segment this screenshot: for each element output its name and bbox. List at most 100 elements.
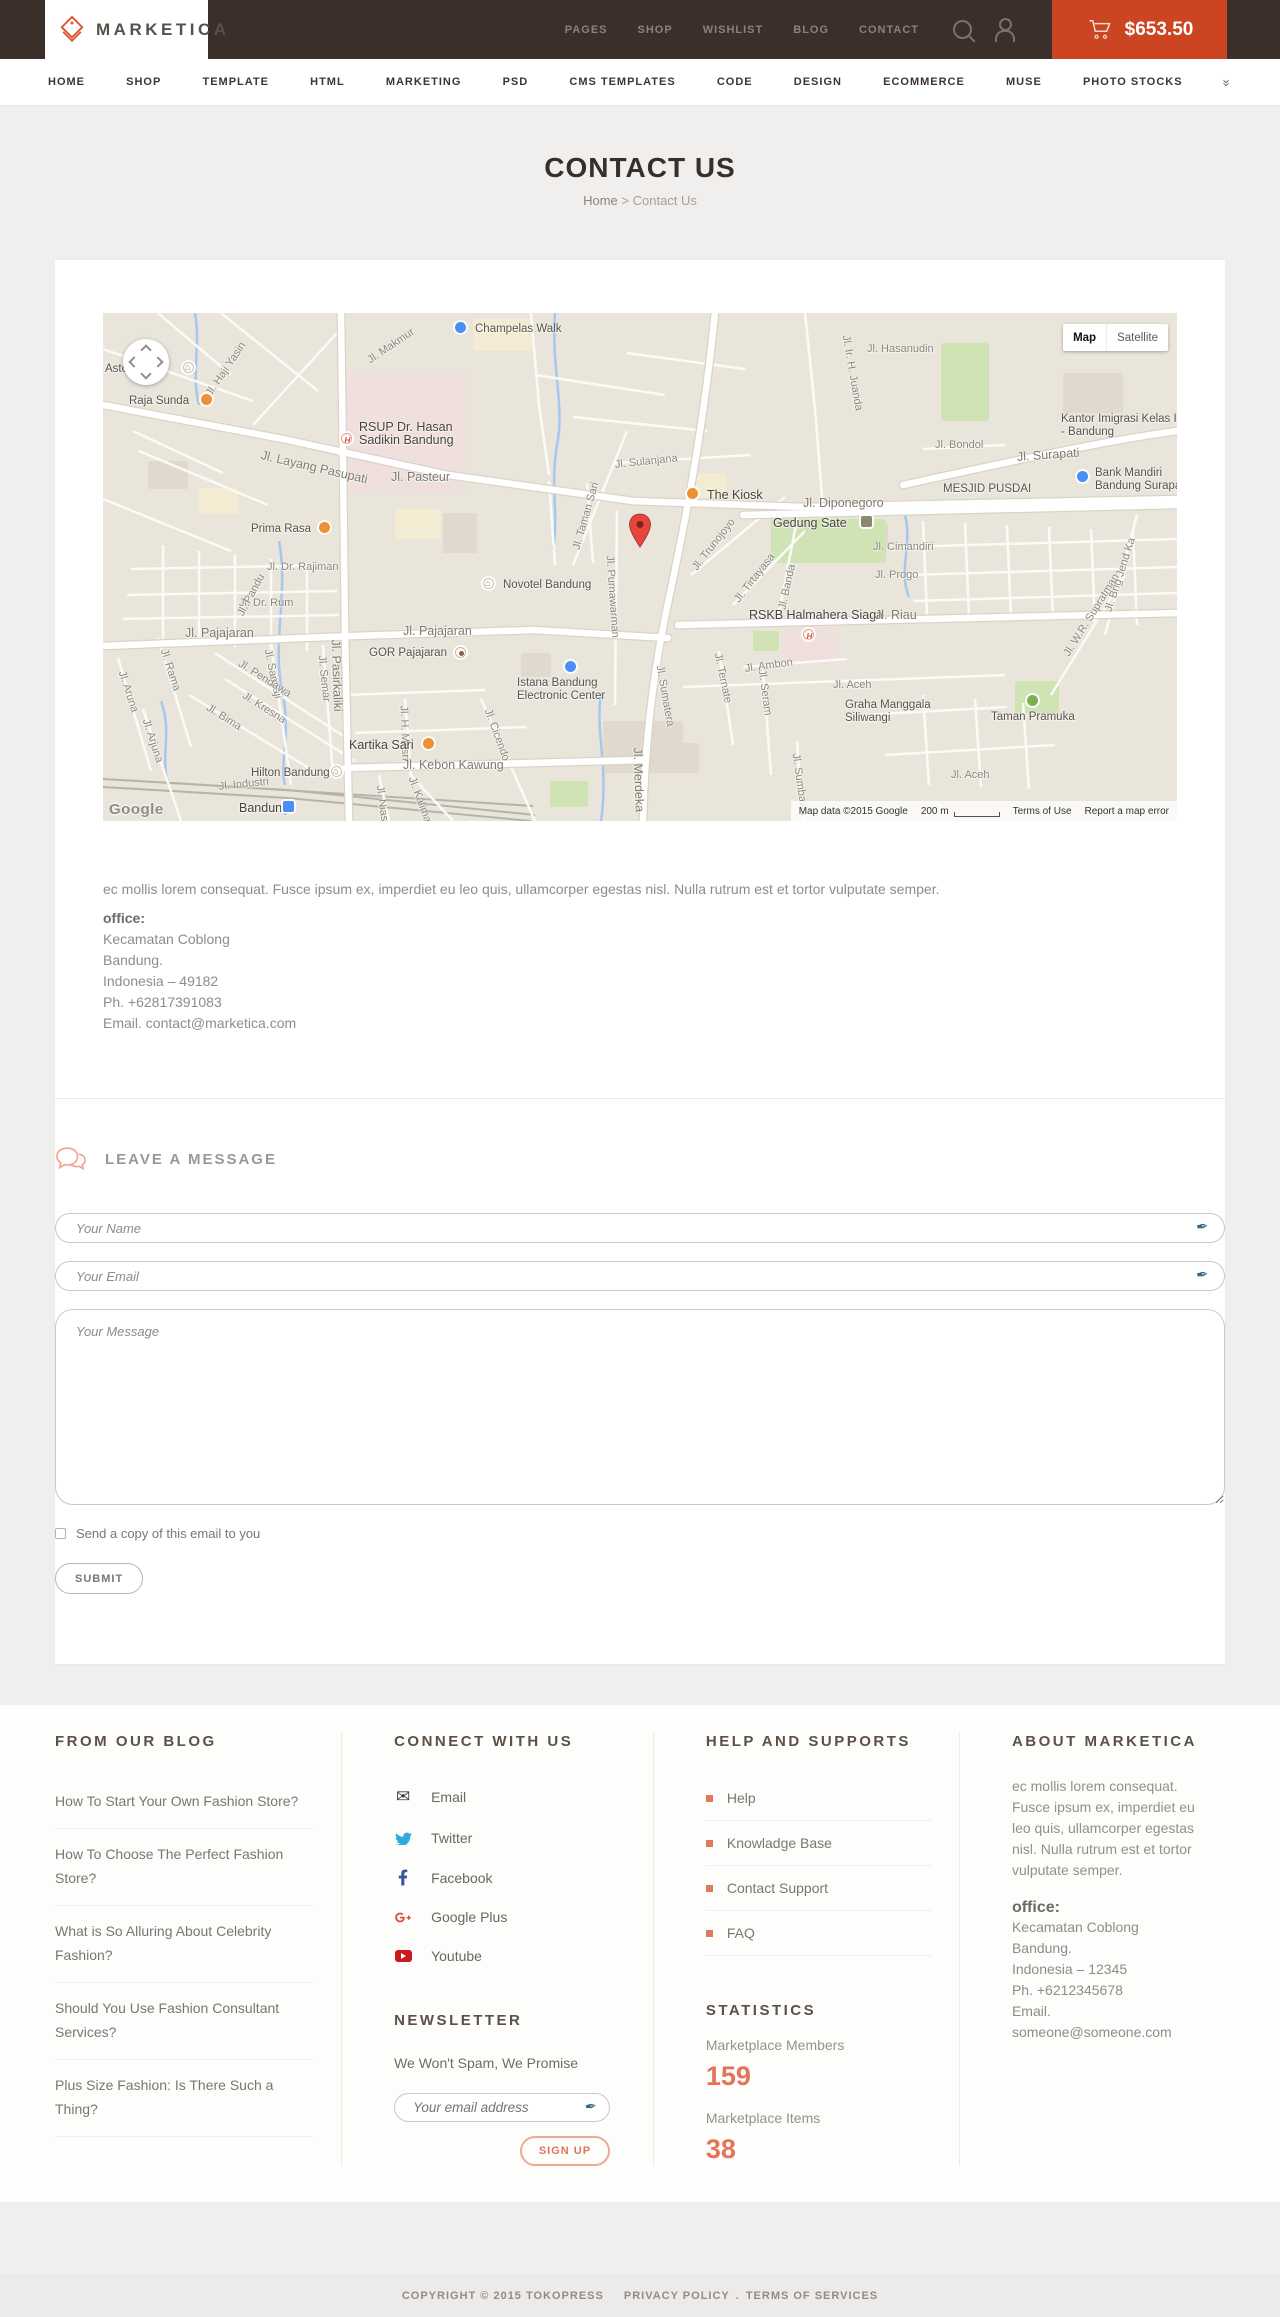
map-label: RSUP Dr. Hasan Sadikin Bandung <box>359 420 454 447</box>
pan-down-icon[interactable] <box>140 368 152 380</box>
email-icon: ✉ <box>394 1787 412 1807</box>
hospital-icon <box>341 433 352 447</box>
category-nav-item[interactable]: CODE <box>717 76 753 88</box>
about-text: ec mollis lorem consequat. Fusce ipsum e… <box>1011 1778 1195 1878</box>
blog-link[interactable]: Should You Use Fashion Consultant Servic… <box>55 2000 279 2040</box>
map-label: Jl. Merdeka <box>630 747 647 813</box>
category-nav-item[interactable]: CMS TEMPLATES <box>569 76 675 88</box>
blog-link[interactable]: How To Start Your Own Fashion Store? <box>55 1793 298 1809</box>
category-nav-item[interactable]: TEMPLATE <box>203 76 269 88</box>
help-item[interactable]: Knowladge Base <box>705 1821 931 1866</box>
top-nav-link[interactable]: BLOG <box>793 24 829 36</box>
top-nav-link[interactable]: SHOP <box>638 24 673 36</box>
terms-of-services-link[interactable]: TERMS OF SERVICES <box>746 2290 878 2302</box>
send-copy-checkbox[interactable] <box>55 1528 66 1539</box>
terms-of-use-link[interactable]: Terms of Use <box>1013 806 1072 817</box>
help-item[interactable]: Contact Support <box>705 1866 931 1911</box>
train-icon <box>283 801 294 812</box>
social-item[interactable]: Youtube <box>394 1937 625 1976</box>
search-icon[interactable] <box>953 20 972 39</box>
top-nav-link[interactable]: CONTACT <box>859 24 919 36</box>
help-item[interactable]: FAQ <box>705 1911 931 1956</box>
category-nav-item[interactable]: SHOP <box>126 76 161 88</box>
blog-link[interactable]: Plus Size Fashion: Is There Such a Thing… <box>55 2077 273 2117</box>
map-label <box>455 647 470 658</box>
leave-message-section: LEAVE A MESSAGE ✒ ✒ Send a copy of this … <box>55 1099 1225 1664</box>
footer: FROM OUR BLOG How To Start Your Own Fash… <box>0 1705 1280 2202</box>
category-nav: » HOME SHOP TEMPLATE HTML MARKETING PSD CMS TE… <box>0 59 1280 106</box>
category-nav-item[interactable]: PSD <box>503 76 529 88</box>
user-account-icon[interactable] <box>994 17 1016 42</box>
map-graphics <box>103 313 1177 821</box>
breadcrumb-home[interactable]: Home <box>583 193 618 208</box>
blog-list: How To Start Your Own Fashion Store? How … <box>55 1776 314 2137</box>
map-label <box>341 433 356 447</box>
category-nav-item[interactable]: PHOTO STOCKS <box>1083 76 1183 88</box>
name-input[interactable] <box>55 1213 1225 1243</box>
scale-label: 200 m <box>920 805 949 817</box>
top-nav-link[interactable]: PAGES <box>565 24 608 36</box>
social-list: ✉ Email Twitter Facebook Google Plus You… <box>394 1776 625 1976</box>
copyright-bar: COPYRIGHT © 2015 TOKOPRESS PRIVACY POLIC… <box>0 2274 1280 2317</box>
google-map[interactable]: Champelas Walk Jl. Hasanudin Jl. Haji Yasi… <box>103 313 1177 821</box>
tag-icon <box>60 15 84 42</box>
brand-logo[interactable]: MARKETICA <box>45 0 226 59</box>
help-heading: HELP AND SUPPORTS <box>705 1733 911 1750</box>
map-marker-icon[interactable] <box>628 513 652 549</box>
map-label: Jl. Pajajaran <box>403 624 472 638</box>
blog-list-item: Should You Use Fashion Consultant Servic… <box>55 1983 314 2060</box>
category-nav-item[interactable]: MUSE <box>1006 76 1042 88</box>
map-button[interactable]: Map <box>1063 324 1107 351</box>
map-label: The Kiosk <box>707 488 763 502</box>
cart-button[interactable]: $653.50 <box>1052 0 1227 59</box>
privacy-policy-link[interactable]: PRIVACY POLICY <box>624 2290 730 2302</box>
map-scalebar: 200 m <box>921 806 1000 817</box>
report-map-error-link[interactable]: Report a map error <box>1085 806 1169 817</box>
footer-connect-column: CONNECT WITH US ✉ Email Twitter Facebook… <box>341 1733 653 2166</box>
blog-link[interactable]: What is So Alluring About Celebrity Fash… <box>55 1923 271 1963</box>
signup-button[interactable]: SIGN UP <box>519 2136 611 2166</box>
category-nav-item[interactable]: HTML <box>310 76 345 88</box>
map-label: Jl. Riau <box>875 608 917 622</box>
bullet-icon <box>705 1884 713 1892</box>
map-pan-control[interactable] <box>123 339 169 385</box>
blog-heading: FROM OUR BLOG <box>55 1733 217 1750</box>
category-nav-item[interactable]: DESIGN <box>794 76 842 88</box>
pan-right-icon[interactable] <box>152 356 164 368</box>
pan-left-icon[interactable] <box>128 356 140 368</box>
message-textarea[interactable] <box>55 1309 1225 1505</box>
social-item[interactable]: Twitter <box>394 1819 625 1858</box>
chevron-double-down-icon[interactable]: » <box>1219 79 1234 85</box>
pan-up-icon[interactable] <box>140 344 152 356</box>
map-label <box>803 629 818 643</box>
map-label <box>423 738 438 749</box>
map-label: Taman Pramuka <box>991 711 1075 723</box>
google-logo[interactable]: Google <box>109 801 164 818</box>
map-label <box>331 765 346 778</box>
restaurant-icon <box>201 394 212 405</box>
send-copy-label: Send a copy of this email to you <box>76 1526 261 1541</box>
help-item[interactable]: Help <box>705 1776 931 1821</box>
social-item[interactable]: ✉ Email <box>394 1776 625 1819</box>
map-label <box>319 522 334 533</box>
cart-icon <box>1089 19 1111 39</box>
help-label: Contact Support <box>726 1880 829 1896</box>
top-nav-link[interactable]: WISHLIST <box>703 24 764 36</box>
newsletter-email-input[interactable] <box>394 2093 611 2122</box>
category-nav-item[interactable]: HOME <box>48 76 85 88</box>
social-item[interactable]: Facebook <box>394 1858 625 1898</box>
category-nav-item[interactable]: MARKETING <box>386 76 462 88</box>
map-label <box>1027 695 1042 706</box>
category-nav-item[interactable]: ECOMMERCE <box>883 76 965 88</box>
email-input[interactable] <box>55 1261 1225 1291</box>
satellite-button[interactable]: Satellite <box>1106 324 1168 351</box>
youtube-icon <box>394 1950 412 1962</box>
blog-link[interactable]: How To Choose The Perfect Fashion Store? <box>55 1846 283 1886</box>
restaurant-icon <box>423 738 434 749</box>
submit-button[interactable]: SUBMIT <box>55 1563 144 1594</box>
address-line: Indonesia – 12345 <box>1011 1961 1128 1977</box>
map-label: Jl. Pasteur <box>391 470 451 484</box>
page-title: CONTACT US <box>544 152 736 183</box>
social-item[interactable]: Google Plus <box>394 1898 625 1937</box>
separator-dot: . <box>735 2289 740 2302</box>
